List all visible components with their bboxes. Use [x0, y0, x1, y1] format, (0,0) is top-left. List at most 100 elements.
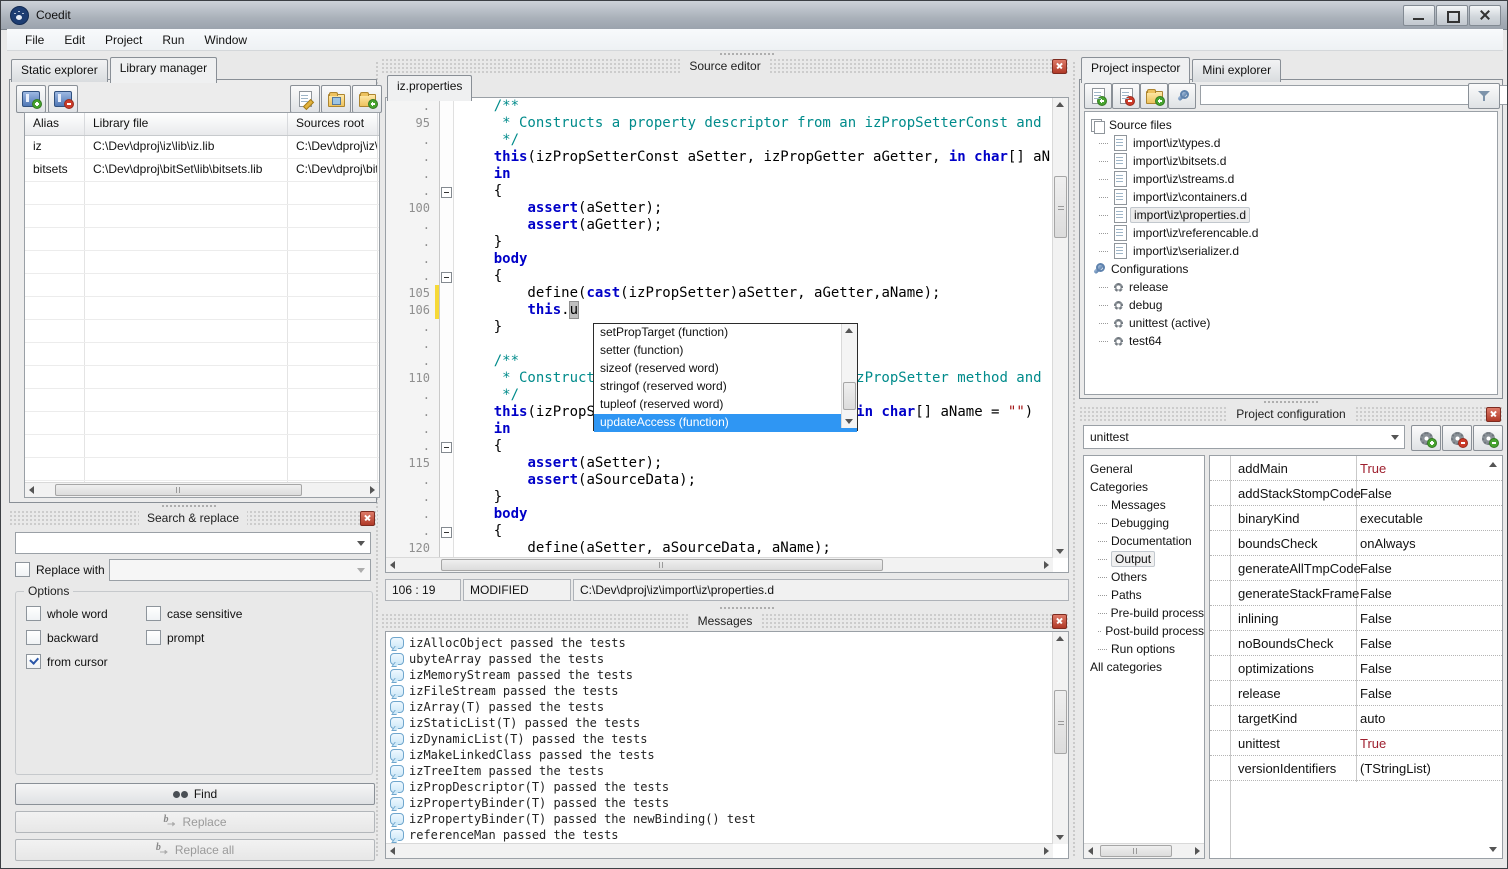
remove-source-button[interactable]	[1112, 83, 1140, 109]
tree-item-configuration[interactable]: debug	[1085, 296, 1497, 314]
table-row[interactable]	[25, 389, 379, 412]
add-library-button[interactable]	[16, 85, 46, 113]
edit-library-button[interactable]	[290, 85, 320, 113]
message-item[interactable]: izMakeLinkedClass passed the tests	[386, 747, 1051, 763]
editor-hscrollbar[interactable]	[386, 557, 1053, 572]
code-text[interactable]: */	[454, 387, 519, 404]
category-general[interactable]: General	[1090, 460, 1204, 478]
add-config-button[interactable]	[1411, 425, 1441, 451]
fold-collapse-icon[interactable]	[441, 527, 452, 538]
property-row[interactable]: noBoundsCheckFalse	[1210, 631, 1502, 656]
tree-item-file[interactable]: import\iz\streams.d	[1085, 170, 1497, 188]
tree-item-file[interactable]: import\iz\serializer.d	[1085, 242, 1497, 260]
message-item[interactable]: izMemoryStream passed the tests	[386, 667, 1051, 683]
filter-button[interactable]	[1468, 83, 1500, 109]
category-pre-build-process[interactable]: Pre-build process	[1090, 604, 1204, 622]
checkbox-prompt[interactable]: prompt	[146, 630, 204, 645]
property-row[interactable]: versionIdentifiers(TStringList)	[1210, 756, 1502, 781]
minimize-button[interactable]	[1403, 5, 1435, 26]
message-item[interactable]: izAllocObject passed the tests	[386, 635, 1051, 651]
category-paths[interactable]: Paths	[1090, 586, 1204, 604]
replace-input[interactable]	[109, 559, 371, 581]
checkbox-case-sensitive[interactable]: case sensitive	[146, 606, 242, 621]
code-text[interactable]: {	[454, 268, 502, 285]
menu-project[interactable]: Project	[95, 30, 152, 50]
category-categories[interactable]: Categories	[1090, 478, 1204, 496]
tree-root-configurations[interactable]: Configurations	[1085, 260, 1497, 278]
maximize-button[interactable]	[1436, 5, 1468, 26]
table-row[interactable]	[25, 297, 379, 320]
property-value[interactable]: False	[1360, 661, 1392, 676]
property-row[interactable]: binaryKindexecutable	[1210, 506, 1502, 531]
checkbox-box[interactable]	[146, 630, 161, 645]
category-all-categories[interactable]: All categories	[1090, 658, 1204, 676]
close-icon[interactable]	[360, 511, 375, 526]
tab-iz-properties[interactable]: iz.properties	[387, 75, 472, 101]
code-text[interactable]: }	[454, 234, 502, 251]
completion-item[interactable]: setter (function)	[594, 342, 857, 360]
add-folder-sources-button[interactable]	[1140, 83, 1168, 109]
table-row[interactable]	[25, 343, 379, 366]
table-row[interactable]	[25, 205, 379, 228]
property-value[interactable]: auto	[1360, 711, 1385, 726]
table-row[interactable]	[25, 412, 379, 435]
tree-root-source-files[interactable]: Source files	[1085, 116, 1497, 134]
message-item[interactable]: izTreeItem passed the tests	[386, 763, 1051, 779]
category-documentation[interactable]: Documentation	[1090, 532, 1204, 550]
checkbox-box[interactable]	[146, 606, 161, 621]
tree-item-file[interactable]: import\iz\containers.d	[1085, 188, 1497, 206]
tree-item-configuration[interactable]: test64	[1085, 332, 1497, 350]
code-text[interactable]: assert(aSourceData);	[454, 472, 696, 489]
code-text[interactable]: */	[454, 132, 519, 149]
category-others[interactable]: Others	[1090, 568, 1204, 586]
configuration-select[interactable]: unittest	[1083, 425, 1405, 449]
table-row[interactable]	[25, 251, 379, 274]
find-button[interactable]: Find	[15, 783, 375, 805]
categories-hscrollbar[interactable]	[1084, 843, 1204, 858]
property-row[interactable]: optimizationsFalse	[1210, 656, 1502, 681]
message-item[interactable]: izPropertyBinder(T) passed the newBindin…	[386, 811, 1051, 827]
messages-header[interactable]: Messages	[381, 613, 1069, 629]
tab-static-explorer[interactable]: Static explorer	[11, 59, 108, 82]
property-value[interactable]: onAlways	[1360, 536, 1416, 551]
property-value[interactable]: False	[1360, 486, 1392, 501]
table-row[interactable]: izC:\Dev\dproj\iz\lib\iz.libC:\Dev\dproj…	[25, 136, 379, 159]
column-header-alias[interactable]: Alias	[25, 113, 85, 135]
table-row[interactable]	[25, 366, 379, 389]
project-config-header[interactable]: Project configuration	[1079, 406, 1503, 422]
message-item[interactable]: izFileStream passed the tests	[386, 683, 1051, 699]
completion-item[interactable]: sizeof (reserved word)	[594, 360, 857, 378]
message-item[interactable]: izStaticList(T) passed the tests	[386, 715, 1051, 731]
library-hscrollbar[interactable]	[25, 482, 379, 497]
code-text[interactable]: }	[454, 319, 502, 336]
code-text[interactable]: body	[454, 251, 527, 268]
checkbox[interactable]	[15, 562, 30, 577]
menu-edit[interactable]: Edit	[54, 30, 95, 50]
messages-hscrollbar[interactable]	[386, 843, 1053, 858]
title-bar[interactable]: Coedit	[1, 1, 1507, 30]
code-text[interactable]: define(aSetter, aSourceData, aName);	[454, 540, 831, 557]
checkbox-box[interactable]	[26, 630, 41, 645]
message-item[interactable]: izPropDescriptor(T) passed the tests	[386, 779, 1051, 795]
replace-button[interactable]: Replace	[15, 811, 375, 833]
property-row[interactable]: generateStackFrameFalse	[1210, 581, 1502, 606]
property-row[interactable]: inliningFalse	[1210, 606, 1502, 631]
property-value[interactable]: True	[1360, 461, 1386, 476]
property-row[interactable]: releaseFalse	[1210, 681, 1502, 706]
grid-scroll-up[interactable]	[1489, 462, 1497, 467]
property-value[interactable]: False	[1360, 636, 1392, 651]
property-value[interactable]: False	[1360, 561, 1392, 576]
splitter-handle[interactable]	[1263, 400, 1319, 404]
close-icon[interactable]	[1052, 59, 1067, 74]
splitter-vertical[interactable]	[1072, 61, 1076, 856]
table-row[interactable]	[25, 274, 379, 297]
code-text[interactable]: this(izPropSetterConst aSetter, izPropGe…	[454, 149, 1050, 166]
popup-scrollbar[interactable]	[841, 324, 857, 428]
code-text[interactable]: {	[454, 438, 502, 455]
property-value[interactable]: (TStringList)	[1360, 761, 1431, 776]
property-row[interactable]: generateAllTmpCodeFalse	[1210, 556, 1502, 581]
table-row[interactable]	[25, 182, 379, 205]
property-row[interactable]: addMainTrue	[1210, 456, 1502, 481]
code-text[interactable]: assert(aSetter);	[454, 455, 662, 472]
table-row[interactable]: bitsetsC:\Dev\dproj\bitSet\lib\bitsets.l…	[25, 159, 379, 182]
